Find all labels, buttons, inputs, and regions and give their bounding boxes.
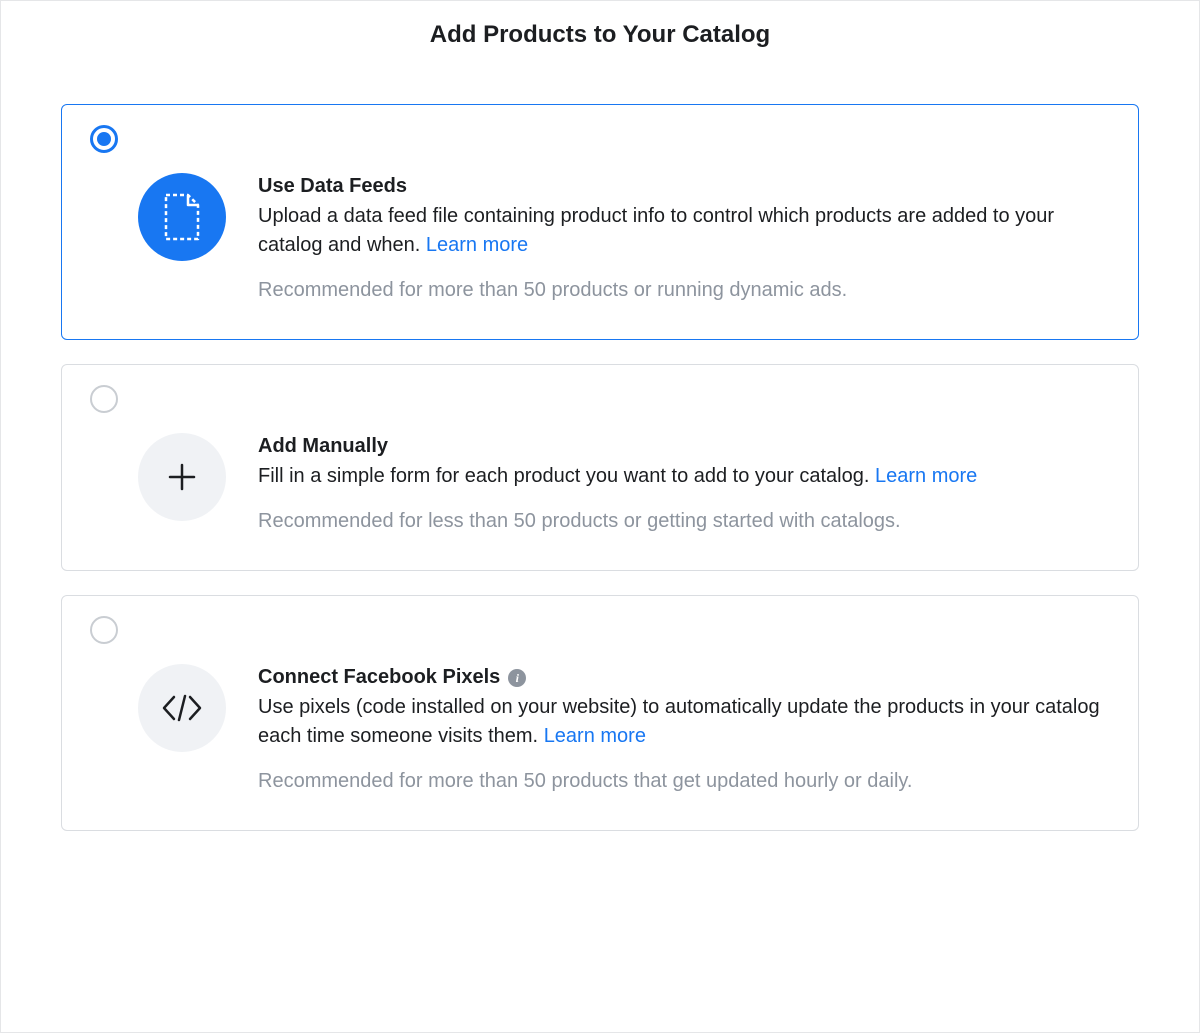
option-recommendation: Recommended for more than 50 products th… [258,767,1110,795]
option-title: Connect Facebook Pixels i [258,666,526,689]
option-card-data-feeds[interactable]: Use Data Feeds Upload a data feed file c… [61,104,1139,340]
radio-add-manually[interactable] [90,385,118,413]
card-text: Use Data Feeds Upload a data feed file c… [258,173,1110,304]
option-description-text: Fill in a simple form for each product y… [258,465,875,487]
option-title-text: Connect Facebook Pixels [258,666,500,689]
radio-wrapper [90,616,1110,644]
learn-more-link[interactable]: Learn more [875,465,977,487]
option-description-text: Upload a data feed file containing produ… [258,205,1054,256]
option-description-text: Use pixels (code installed on your websi… [258,696,1100,747]
option-title-text: Add Manually [258,435,388,458]
card-body: Add Manually Fill in a simple form for e… [90,433,1110,535]
radio-wrapper [90,125,1110,153]
card-body: Connect Facebook Pixels i Use pixels (co… [90,664,1110,795]
radio-connect-pixels[interactable] [90,616,118,644]
option-description: Use pixels (code installed on your websi… [258,693,1110,751]
option-card-add-manually[interactable]: Add Manually Fill in a simple form for e… [61,364,1139,571]
dialog-container: Add Products to Your Catalog Use Data [0,0,1200,1033]
learn-more-link[interactable]: Learn more [426,234,528,256]
options-list: Use Data Feeds Upload a data feed file c… [1,104,1199,831]
plus-icon [138,433,226,521]
code-icon [138,664,226,752]
option-title: Add Manually [258,435,388,458]
option-description: Upload a data feed file containing produ… [258,202,1110,260]
info-icon[interactable]: i [508,669,526,687]
card-body: Use Data Feeds Upload a data feed file c… [90,173,1110,304]
option-recommendation: Recommended for less than 50 products or… [258,507,1110,535]
radio-wrapper [90,385,1110,413]
radio-dot [97,132,111,146]
radio-data-feeds[interactable] [90,125,118,153]
file-feed-icon [138,173,226,261]
option-description: Fill in a simple form for each product y… [258,462,1110,491]
option-title: Use Data Feeds [258,175,407,198]
page-title: Add Products to Your Catalog [1,21,1199,49]
option-card-connect-pixels[interactable]: Connect Facebook Pixels i Use pixels (co… [61,595,1139,831]
card-text: Add Manually Fill in a simple form for e… [258,433,1110,535]
option-title-text: Use Data Feeds [258,175,407,198]
learn-more-link[interactable]: Learn more [544,725,646,747]
option-recommendation: Recommended for more than 50 products or… [258,276,1110,304]
card-text: Connect Facebook Pixels i Use pixels (co… [258,664,1110,795]
